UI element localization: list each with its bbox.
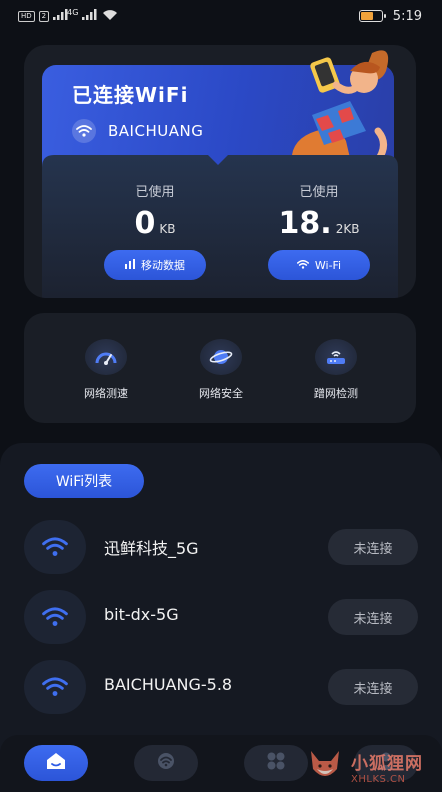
wifi-usage: 已使用 18. 2KB Wi-Fi [244,181,394,280]
usage-panel: 已使用 0 KB 移动数据 已使用 18. 2KB Wi-Fi [24,153,416,298]
watermark-cn: 小狐狸网 [351,754,423,774]
router-detect-icon [315,339,357,375]
nav-apps[interactable] [244,745,308,781]
wifi-icon [72,119,96,143]
wifi-icon [155,752,177,774]
wifi-ssid: 迅鲜科技_5G [104,539,199,558]
signal-icon-2 [82,9,98,23]
nav-wifi[interactable] [134,745,198,781]
connected-ssid-row: BAICHUANG [72,119,203,143]
status-right: 5:19 [358,8,422,24]
connect-status-button[interactable]: 未连接 [328,599,418,635]
wifi-icon [296,259,309,272]
battery-level [360,12,373,20]
wifi-icon [24,590,86,644]
wifi-list-item[interactable]: bit-dx-5G 未连接 [24,590,418,644]
tools-card: 网络测速 网络安全 蹭网检测 [24,313,416,423]
wifi-data-button-label: Wi-Fi [314,258,342,272]
mobile-usage-value: 0 KB [80,206,230,244]
wifi-usage-value: 18. 2KB [244,206,394,244]
mobile-usage-number: 0 [134,206,156,241]
tool-speed-test[interactable]: 网络测速 [66,339,146,401]
wifi-status-icon [102,9,118,24]
tool-label: 网络测速 [84,387,128,400]
mobile-usage-label: 已使用 [135,185,175,200]
status-bar: HD 2 4G 5:19 [0,0,442,32]
mobile-usage: 已使用 0 KB 移动数据 [80,181,230,280]
wifi-ssid: bit-dx-5G [104,605,179,624]
battery-icon [358,10,386,22]
status-left: HD 2 4G [18,7,118,24]
connect-status-button[interactable]: 未连接 [328,529,418,565]
tool-label: 蹭网检测 [314,387,358,400]
tool-freeloader-detect[interactable]: 蹭网检测 [296,339,376,401]
mobile-data-button-label: 移动数据 [141,259,185,272]
sim-badge: 2 [38,10,50,22]
wifi-list-tab[interactable]: WiFi列表 [24,464,144,498]
mobile-usage-unit: KB [159,222,176,236]
wifi-usage-unit: 2KB [335,222,360,236]
wifi-list-item[interactable]: BAICHUANG-5.8 未连接 [24,660,418,714]
connected-ssid: BAICHUANG [108,122,204,140]
connection-title: 已连接WiFi [72,83,189,107]
speed-gauge-icon [85,339,127,375]
planet-shield-icon [200,339,242,375]
mobile-data-button[interactable]: 移动数据 [104,250,206,280]
apps-grid-icon [266,751,286,775]
fox-logo-icon [305,745,345,789]
clock: 5:19 [392,8,422,24]
wifi-icon [24,520,86,574]
nav-home[interactable] [24,745,88,781]
connect-status-button[interactable]: 未连接 [328,669,418,705]
watermark-en: XHLKS.CN [351,774,406,785]
connection-card: 已连接WiFi BAICHUANG 已使用 0 KB 移动数据 已使用 18. … [24,45,416,298]
wifi-list-item[interactable]: 迅鲜科技_5G 未连接 [24,520,418,574]
network-type-label: 4G [67,7,79,17]
wifi-ssid: BAICHUANG-5.8 [104,675,233,694]
wifi-icon [24,660,86,714]
wifi-usage-number: 18. [278,206,332,241]
watermark-text: 小狐狸网 XHLKS.CN [351,749,423,785]
home-icon [45,752,67,774]
tool-network-security[interactable]: 网络安全 [181,339,261,401]
tool-label: 网络安全 [199,387,243,400]
wifi-data-button[interactable]: Wi-Fi [268,250,370,280]
bar-chart-icon [125,258,135,272]
hd-badge: HD [18,10,35,22]
wifi-usage-label: 已使用 [299,185,339,200]
site-watermark: 小狐狸网 XHLKS.CN [305,745,439,789]
